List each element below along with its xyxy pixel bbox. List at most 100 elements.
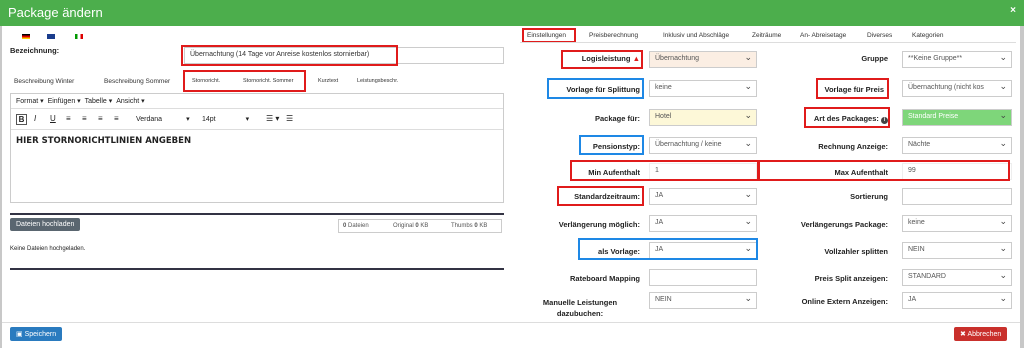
verlaengerungs-package-label: Verlängerungs Package:: [800, 220, 888, 229]
rateboard-label: Rateboard Mapping: [569, 274, 640, 283]
art-package-select[interactable]: Standard Preise: [902, 109, 1012, 126]
menu-einfuegen[interactable]: Einfügen: [48, 98, 76, 105]
sortierung-label: Sortierung: [850, 192, 888, 201]
bold-icon[interactable]: B: [16, 114, 27, 125]
verlaengerung-label: Verlängerung möglich:: [558, 220, 640, 229]
thumbs-count: 0: [474, 223, 478, 229]
tab-inklusiv[interactable]: Inklusiv und Abschläge: [663, 32, 729, 39]
numbered-list-icon[interactable]: ☰: [286, 114, 293, 123]
chevron-down-icon: ▾: [38, 98, 46, 105]
original-count: 0: [415, 223, 419, 229]
chevron-down-icon: ▾: [245, 116, 250, 123]
tab-kurztext[interactable]: Kurztext: [318, 78, 338, 84]
vorlage-preis-select[interactable]: Übernachtung (nicht kos: [902, 80, 1012, 97]
editor-divider: [11, 108, 503, 109]
highlight-vorlage-preis: [816, 78, 889, 99]
tab-kategorien[interactable]: Kategorien: [912, 32, 943, 39]
flag-de-icon[interactable]: [22, 34, 30, 39]
thumbs-unit: KB: [479, 223, 488, 229]
flag-it-icon[interactable]: [75, 34, 83, 39]
save-icon: ▣: [16, 331, 25, 338]
gruppe-label: Gruppe: [861, 54, 888, 63]
verlaengerungs-package-select[interactable]: keine: [902, 215, 1012, 232]
font-select[interactable]: Verdana ▾: [136, 115, 190, 123]
dateien-count: 0: [343, 223, 347, 229]
align-justify-icon[interactable]: ≡: [114, 114, 119, 123]
manuelle-leistungen-label: Manuelle Leistungen dazubuchen:: [520, 297, 640, 319]
align-left-icon[interactable]: ≡: [66, 114, 71, 123]
package-fuer-select[interactable]: Hotel: [649, 109, 757, 126]
manuelle-leistungen-line2: dazubuchen:: [556, 309, 604, 318]
upload-bottom-divider: [10, 268, 504, 270]
package-fuer-label: Package für:: [594, 114, 640, 123]
preis-split-select[interactable]: STANDARD: [902, 269, 1012, 286]
menu-ansicht[interactable]: Ansicht: [116, 98, 139, 105]
gruppe-select[interactable]: **Keine Gruppe**: [902, 51, 1012, 68]
cancel-label: Abbrechen: [967, 331, 1002, 338]
tab-leistungsbeschr[interactable]: Leistungsbeschr.: [357, 78, 398, 84]
dialog-title: Package ändern: [8, 5, 103, 20]
tab-beschreibung-winter[interactable]: Beschreibung Winter: [14, 78, 74, 85]
close-icon[interactable]: ×: [1010, 5, 1016, 16]
upload-button[interactable]: Dateien hochladen: [10, 218, 81, 231]
original-label: Original: [393, 223, 414, 229]
tab-diverses[interactable]: Diverses: [867, 32, 892, 39]
bullet-list-icon[interactable]: ☰ ▾: [266, 114, 279, 123]
rateboard-input[interactable]: [649, 269, 757, 286]
editor-toolbar-divider: [11, 129, 503, 130]
no-files-text: Keine Dateien hochgeladen.: [10, 246, 86, 252]
preis-split-label: Preis Split anzeigen:: [814, 274, 888, 283]
thumbs-label: Thumbs: [451, 223, 473, 229]
rechnung-anzeige-select[interactable]: Nächte: [902, 137, 1012, 154]
cancel-button[interactable]: ✖ Abbrechen: [954, 327, 1008, 341]
menu-format[interactable]: Format: [16, 98, 38, 105]
tabs-divider: [520, 42, 1016, 43]
original-unit: KB: [420, 223, 429, 229]
sortierung-input[interactable]: [902, 188, 1012, 205]
upload-divider: [10, 213, 504, 215]
highlight-art-package: [804, 107, 890, 128]
size-select[interactable]: 14pt ▾: [202, 115, 249, 123]
highlight-max-aufenthalt: [757, 160, 1010, 181]
align-center-icon[interactable]: ≡: [82, 114, 87, 123]
tab-beschreibung-sommer[interactable]: Beschreibung Sommer: [104, 78, 170, 85]
highlight-min-aufenthalt: [570, 160, 760, 181]
dateien-label: Dateien: [348, 223, 369, 229]
editor-menu: Format ▾ Einfügen ▾ Tabelle ▾ Ansicht ▾: [16, 97, 145, 105]
italic-icon[interactable]: I: [34, 114, 36, 123]
font-value: Verdana: [136, 116, 163, 123]
footer-divider: [2, 322, 1020, 323]
save-label: Speichern: [24, 331, 57, 338]
online-extern-select[interactable]: JA: [902, 292, 1012, 309]
tab-an-abreisetage[interactable]: An- Abreisetage: [800, 32, 846, 39]
standardzeitraum-select[interactable]: JA: [649, 188, 757, 205]
flag-uk-icon[interactable]: [47, 34, 55, 39]
pensionstyp-select[interactable]: Übernachtung / keine: [649, 137, 757, 154]
menu-tabelle[interactable]: Tabelle: [85, 98, 107, 105]
manuelle-leistungen-select[interactable]: NEIN: [649, 292, 757, 309]
logisleistung-select[interactable]: Übernachtung: [649, 51, 757, 68]
editor-content[interactable]: HIER STORNORICHTLINIEN ANGEBEN: [16, 136, 191, 146]
manuelle-leistungen-line1: Manuelle Leistungen: [542, 298, 618, 307]
vorlage-splittung-select[interactable]: keine: [649, 80, 757, 97]
verlaengerung-select[interactable]: JA: [649, 215, 757, 232]
highlight-vorlage-splittung: [547, 78, 644, 99]
highlight-standardzeitraum: [557, 186, 644, 206]
bezeichnung-label: Bezeichnung:: [10, 46, 60, 55]
underline-icon[interactable]: U: [50, 114, 56, 123]
highlight-einstellungen-tab: [522, 28, 576, 43]
align-right-icon[interactable]: ≡: [98, 114, 103, 123]
tab-preisberechnung[interactable]: Preisberechnung: [589, 32, 638, 39]
highlight-bezeichnung: [181, 45, 398, 66]
online-extern-label: Online Extern Anzeigen:: [801, 297, 888, 306]
highlight-storno-tabs: [183, 70, 306, 92]
size-value: 14pt: [202, 116, 216, 123]
highlight-als-vorlage: [578, 238, 758, 260]
tab-zeitraeume[interactable]: Zeiträume: [752, 32, 781, 39]
editor-box: [10, 93, 504, 203]
highlight-pensionstyp: [579, 135, 644, 155]
chevron-down-icon: ▾: [75, 98, 83, 105]
chevron-down-icon: ▾: [106, 98, 115, 105]
vollzahler-select[interactable]: NEIN: [902, 242, 1012, 259]
save-button[interactable]: ▣ Speichern: [10, 327, 63, 341]
